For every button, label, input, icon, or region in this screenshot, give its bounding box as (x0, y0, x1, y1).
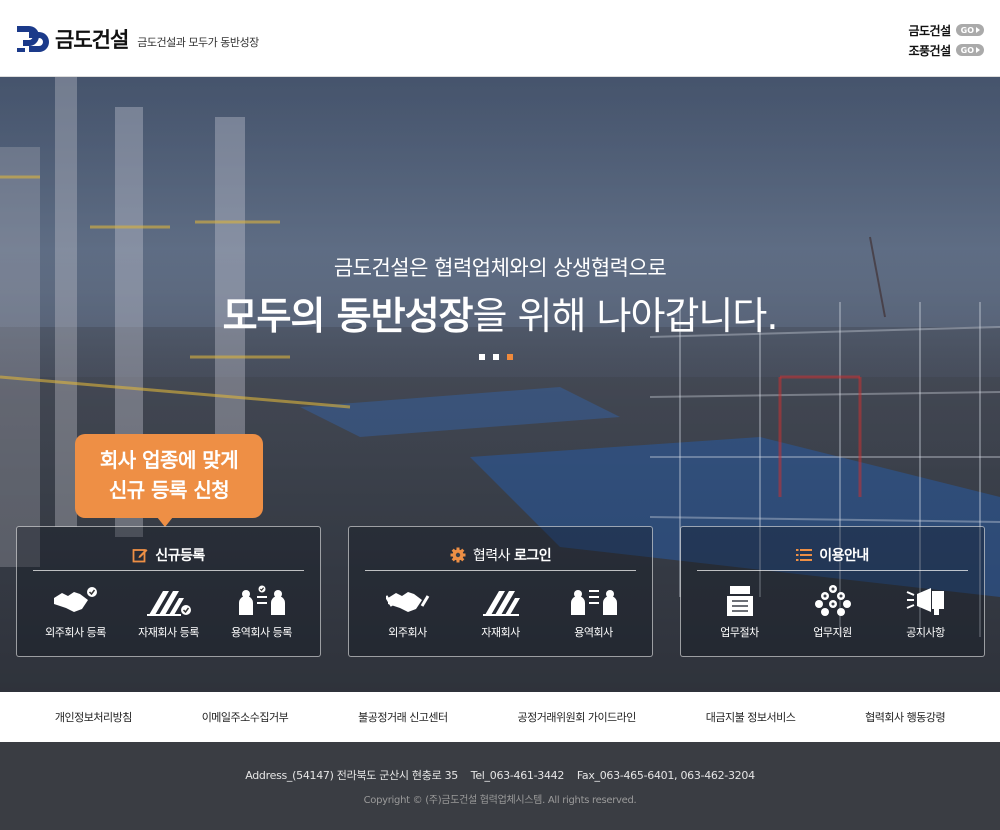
login-material-button[interactable]: 자재회사 (455, 582, 547, 640)
panel-items: 업무절차 업무지원 공지사항 (681, 582, 984, 640)
slide-indicator (479, 354, 513, 360)
register-service-button[interactable]: 용역회사 등록 (216, 582, 308, 640)
slide-dot-2[interactable] (493, 354, 499, 360)
logo-slogan: 금도건설과 모두가 동반성장 (137, 36, 259, 49)
item-label: 외주회사 (388, 626, 427, 639)
footer-copyright: Copyright © (주)금도건설 협력업체시스템. All rights … (363, 795, 637, 806)
tooltip-line1: 회사 업종에 맞게 (99, 448, 239, 472)
hero-banner: 금도건설은 협력업체와의 상생협력으로 모두의 동반성장을 위해 나아갑니다. … (0, 77, 1000, 692)
panel-title: 신규등록 (33, 539, 304, 571)
item-label: 용역회사 (574, 626, 613, 639)
panel-new-registration: 신규등록 외주회사 등록 자재회사 등록 용역회사 등록 (16, 526, 321, 657)
footer-link-email-refusal[interactable]: 이메일주소수집거부 (202, 709, 289, 725)
logo[interactable]: 금도건설 금도건설과 모두가 동반성장 (15, 22, 259, 56)
handshake-icon (362, 582, 454, 620)
document-icon (694, 582, 786, 620)
gd-logo-icon (15, 22, 49, 56)
panel-title-text: 신규등록 (155, 547, 205, 564)
go-badge[interactable]: GO (955, 24, 984, 36)
slide-dot-1[interactable] (479, 354, 485, 360)
go-badge-text: GO (960, 45, 974, 55)
register-outsourcing-button[interactable]: 외주회사 등록 (30, 582, 122, 640)
gear-icon (450, 547, 466, 563)
item-label: 업무지원 (813, 626, 852, 639)
play-icon (976, 47, 980, 53)
megaphone-icon (880, 582, 972, 620)
item-label: 업무절차 (720, 626, 759, 639)
hero-subtitle: 금도건설은 협력업체와의 상생협력으로 (333, 256, 667, 280)
network-icon (787, 582, 879, 620)
workers-check-icon (216, 582, 308, 620)
item-label: 자재회사 등록 (138, 626, 199, 639)
hero-title-rest: 을 위해 나아갑니다. (472, 294, 779, 338)
hero-title: 모두의 동반성장을 위해 나아갑니다. (0, 285, 1000, 340)
footer-links: 개인정보처리방침 이메일주소수집거부 불공정거래 신고센터 공정거래위원회 가이… (0, 692, 1000, 742)
panel-title-text: 이용안내 (819, 547, 869, 564)
go-badge-text: GO (960, 25, 974, 35)
handshake-check-icon (30, 582, 122, 620)
work-support-button[interactable]: 업무지원 (787, 582, 879, 640)
footer-address: Address_(54147) 전라북도 군산시 현충로 35 Tel_063-… (245, 769, 755, 782)
hero-title-bold: 모두의 동반성장 (222, 294, 474, 338)
panel-usage-guide: 이용안내 업무절차 업무지원 공지사항 (680, 526, 985, 657)
footer-link-privacy[interactable]: 개인정보처리방침 (55, 709, 132, 725)
footer-link-unfair-report[interactable]: 불공정거래 신고센터 (358, 709, 448, 725)
register-material-button[interactable]: 자재회사 등록 (123, 582, 215, 640)
notice-button[interactable]: 공지사항 (880, 582, 972, 640)
quick-link-label: 조풍건설 (908, 43, 951, 58)
panel-title-text: 로그인 (513, 547, 552, 564)
panel-partner-login: 협력사 로그인 외주회사 자재회사 용역회사 (348, 526, 653, 657)
panel-title-prefix: 협력사 (472, 547, 511, 564)
list-icon (796, 548, 813, 562)
login-service-button[interactable]: 용역회사 (548, 582, 640, 640)
slide-dot-3[interactable] (507, 354, 513, 360)
go-badge[interactable]: GO (955, 44, 984, 56)
panel-title: 이용안내 (697, 539, 968, 571)
panel-items: 외주회사 자재회사 용역회사 (349, 582, 652, 640)
site-footer: Address_(54147) 전라북도 군산시 현충로 35 Tel_063-… (0, 742, 1000, 830)
footer-link-payment-info[interactable]: 대금지불 정보서비스 (706, 709, 796, 725)
item-label: 용역회사 등록 (231, 626, 292, 639)
steel-check-icon (123, 582, 215, 620)
work-process-button[interactable]: 업무절차 (694, 582, 786, 640)
quick-link-jopung[interactable]: 조풍건설 GO (908, 40, 984, 60)
quick-link-geumdo[interactable]: 금도건설 GO (908, 20, 984, 40)
site-header: 금도건설 금도건설과 모두가 동반성장 금도건설 GO 조풍건설 GO (0, 0, 1000, 77)
register-tooltip: 회사 업종에 맞게 신규 등록 신청 (75, 434, 263, 527)
panel-items: 외주회사 등록 자재회사 등록 용역회사 등록 (17, 582, 320, 640)
item-label: 자재회사 (481, 626, 520, 639)
edit-icon (132, 547, 148, 563)
logo-name: 금도건설 (55, 28, 129, 52)
panel-title: 협력사 로그인 (365, 539, 636, 571)
quick-link-label: 금도건설 (908, 23, 951, 38)
footer-link-code-of-conduct[interactable]: 협력회사 행동강령 (865, 709, 945, 725)
item-label: 공지사항 (906, 626, 945, 639)
steel-icon (455, 582, 547, 620)
play-icon (976, 27, 980, 33)
item-label: 외주회사 등록 (45, 626, 106, 639)
footer-link-ftc-guideline[interactable]: 공정거래위원회 가이드라인 (517, 709, 636, 725)
quick-links: 금도건설 GO 조풍건설 GO (908, 20, 984, 60)
workers-icon (548, 582, 640, 620)
login-outsourcing-button[interactable]: 외주회사 (362, 582, 454, 640)
tooltip-line2: 신규 등록 신청 (108, 478, 230, 502)
